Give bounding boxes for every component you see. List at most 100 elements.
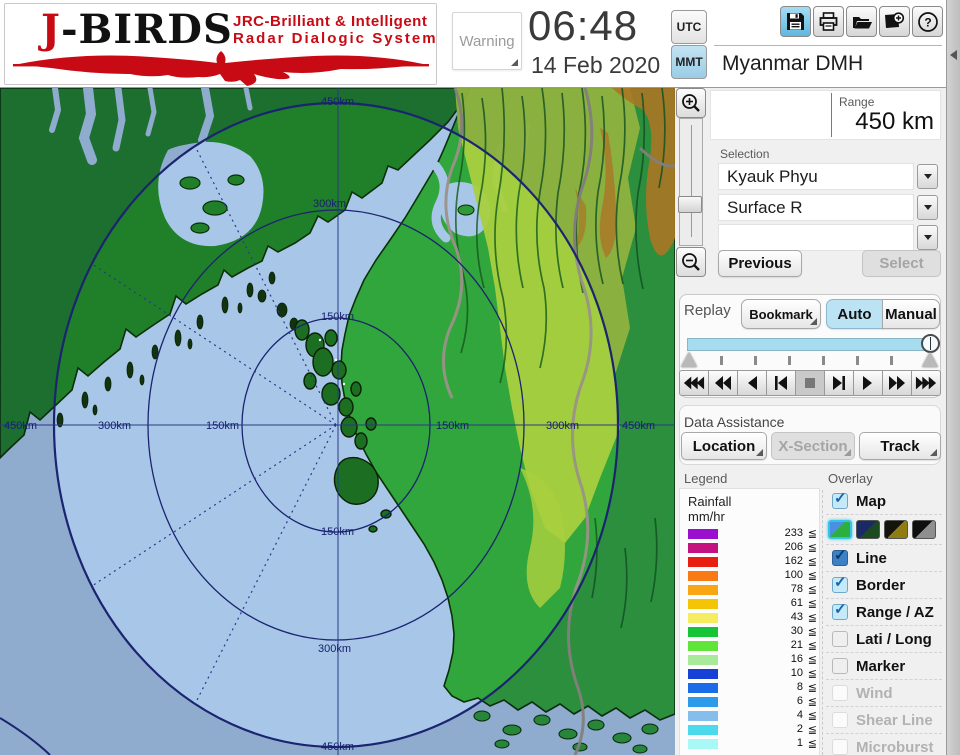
legend-value: 78 bbox=[753, 583, 803, 595]
zoom-in-icon bbox=[681, 93, 701, 113]
location-button[interactable]: Location bbox=[681, 432, 767, 460]
map-style-option-1[interactable] bbox=[828, 520, 852, 539]
save-icon bbox=[785, 11, 806, 32]
slider-end-marker-icon[interactable] bbox=[922, 352, 938, 367]
product-dropdown-button[interactable] bbox=[917, 195, 938, 220]
checkbox-checked-icon[interactable]: ✓ bbox=[832, 550, 848, 566]
bookmark-button[interactable]: Bookmark bbox=[741, 299, 821, 329]
selection-label: Selection bbox=[720, 147, 769, 161]
xsection-button[interactable]: X-Section bbox=[771, 432, 855, 460]
legend-panel: Rainfall mm/hr 233≦ 206≦ 162≦ 100≦ 78≦ 6… bbox=[679, 488, 820, 755]
svg-text:300km: 300km bbox=[98, 420, 131, 432]
stop-button[interactable] bbox=[796, 370, 825, 396]
overlay-item-marker[interactable]: Marker bbox=[826, 653, 942, 680]
step-back-button[interactable] bbox=[738, 370, 767, 396]
map-style-option-4[interactable] bbox=[912, 520, 936, 539]
legend-swatch bbox=[688, 711, 718, 721]
chevron-down-icon bbox=[924, 205, 932, 210]
location-label: Location bbox=[693, 438, 756, 455]
track-button[interactable]: Track bbox=[859, 432, 941, 460]
zoom-out-button[interactable] bbox=[676, 247, 706, 277]
legend-row: 10≦ bbox=[680, 667, 821, 681]
overlay-item-range-az[interactable]: ✓ Range / AZ bbox=[826, 599, 942, 626]
checkbox-checked-icon[interactable]: ✓ bbox=[832, 604, 848, 620]
rewind-button[interactable] bbox=[709, 370, 738, 396]
step-back-icon bbox=[746, 376, 758, 390]
zoom-slider-track[interactable] bbox=[679, 118, 703, 246]
legend-row: 2≦ bbox=[680, 723, 821, 737]
add-image-button[interactable] bbox=[879, 6, 910, 37]
fast-forward-button[interactable] bbox=[912, 370, 941, 396]
manual-mode-button[interactable]: Manual bbox=[882, 299, 940, 329]
print-button[interactable] bbox=[813, 6, 844, 37]
legend-row: 30≦ bbox=[680, 625, 821, 639]
zoom-slider-thumb[interactable] bbox=[678, 196, 702, 213]
checkbox-unchecked-icon[interactable] bbox=[832, 658, 848, 674]
legend-swatch bbox=[688, 697, 718, 707]
corner-grip-icon bbox=[930, 449, 937, 456]
slider-start-marker-icon[interactable] bbox=[681, 352, 697, 367]
overlay-item-line[interactable]: ✓ Line bbox=[826, 545, 942, 572]
help-button[interactable]: ? bbox=[912, 6, 943, 37]
replay-slider-track[interactable] bbox=[687, 338, 935, 351]
radar-map[interactable]: 450km 300km 150km 150km 300km 450km 450k… bbox=[0, 88, 675, 755]
forward-icon bbox=[888, 376, 906, 390]
panel-collapse-strip[interactable] bbox=[946, 0, 960, 755]
previous-button[interactable]: Previous bbox=[718, 250, 802, 277]
checkbox-unchecked-icon[interactable] bbox=[832, 631, 848, 647]
range-label: Range bbox=[839, 95, 874, 109]
replay-label: Replay bbox=[684, 302, 731, 319]
slider-tick bbox=[890, 356, 893, 365]
play-button[interactable] bbox=[854, 370, 883, 396]
brand-initial: J bbox=[41, 6, 61, 53]
svg-text:450km: 450km bbox=[321, 96, 354, 108]
site-dropdown-button[interactable] bbox=[917, 164, 938, 189]
auto-mode-button[interactable]: Auto bbox=[826, 299, 883, 329]
map-style-option-2[interactable] bbox=[856, 520, 880, 539]
legend-value: 61 bbox=[753, 597, 803, 609]
legend-swatch bbox=[688, 571, 718, 581]
warning-button[interactable]: Warning bbox=[452, 12, 522, 70]
skip-to-start-button[interactable] bbox=[767, 370, 796, 396]
legend-row: 16≦ bbox=[680, 653, 821, 667]
mmt-button[interactable]: MMT bbox=[671, 45, 707, 79]
forward-button[interactable] bbox=[883, 370, 912, 396]
extra-dropdown-button[interactable] bbox=[917, 225, 938, 250]
map-style-option-3[interactable] bbox=[884, 520, 908, 539]
overlay-item-border[interactable]: ✓ Border bbox=[826, 572, 942, 599]
legend-row: 43≦ bbox=[680, 611, 821, 625]
lte-symbol: ≦ bbox=[808, 625, 817, 638]
overlay-item-map[interactable]: ✓ Map bbox=[826, 488, 942, 515]
svg-text:150km: 150km bbox=[206, 420, 239, 432]
replay-slider-thumb[interactable] bbox=[921, 334, 940, 353]
checkbox-checked-icon[interactable]: ✓ bbox=[832, 493, 848, 509]
clock-date: 14 Feb 2020 bbox=[531, 52, 660, 79]
extra-dropdown[interactable] bbox=[718, 224, 914, 251]
legend-row: 21≦ bbox=[680, 639, 821, 653]
legend-value: 43 bbox=[753, 611, 803, 623]
eagle-logo-icon bbox=[11, 48, 431, 86]
overlay-item-lati-long[interactable]: Lati / Long bbox=[826, 626, 942, 653]
legend-unit: mm/hr bbox=[688, 509, 725, 524]
overlay-item-label: Wind bbox=[856, 685, 893, 702]
site-dropdown[interactable]: Kyauk Phyu bbox=[718, 163, 914, 190]
checkbox-checked-icon[interactable]: ✓ bbox=[832, 577, 848, 593]
fast-rewind-button[interactable] bbox=[679, 370, 709, 396]
save-button[interactable] bbox=[780, 6, 811, 37]
product-dropdown[interactable]: Surface R bbox=[718, 194, 914, 221]
zoom-in-button[interactable] bbox=[676, 88, 706, 118]
utc-button[interactable]: UTC bbox=[671, 10, 707, 44]
skip-to-end-button[interactable] bbox=[825, 370, 854, 396]
add-image-icon bbox=[883, 11, 906, 32]
lte-symbol: ≦ bbox=[808, 583, 817, 596]
legend-value: 8 bbox=[753, 681, 803, 693]
select-button[interactable]: Select bbox=[862, 250, 941, 277]
legend-value: 16 bbox=[753, 653, 803, 665]
open-file-button[interactable] bbox=[846, 6, 877, 37]
brand-rest: -BIRDS bbox=[61, 6, 233, 53]
overlay-item-label: Map bbox=[856, 493, 886, 510]
legend-row: 162≦ bbox=[680, 555, 821, 569]
lte-symbol: ≦ bbox=[808, 737, 817, 750]
checkbox-disabled-icon bbox=[832, 739, 848, 755]
legend-swatch bbox=[688, 585, 718, 595]
